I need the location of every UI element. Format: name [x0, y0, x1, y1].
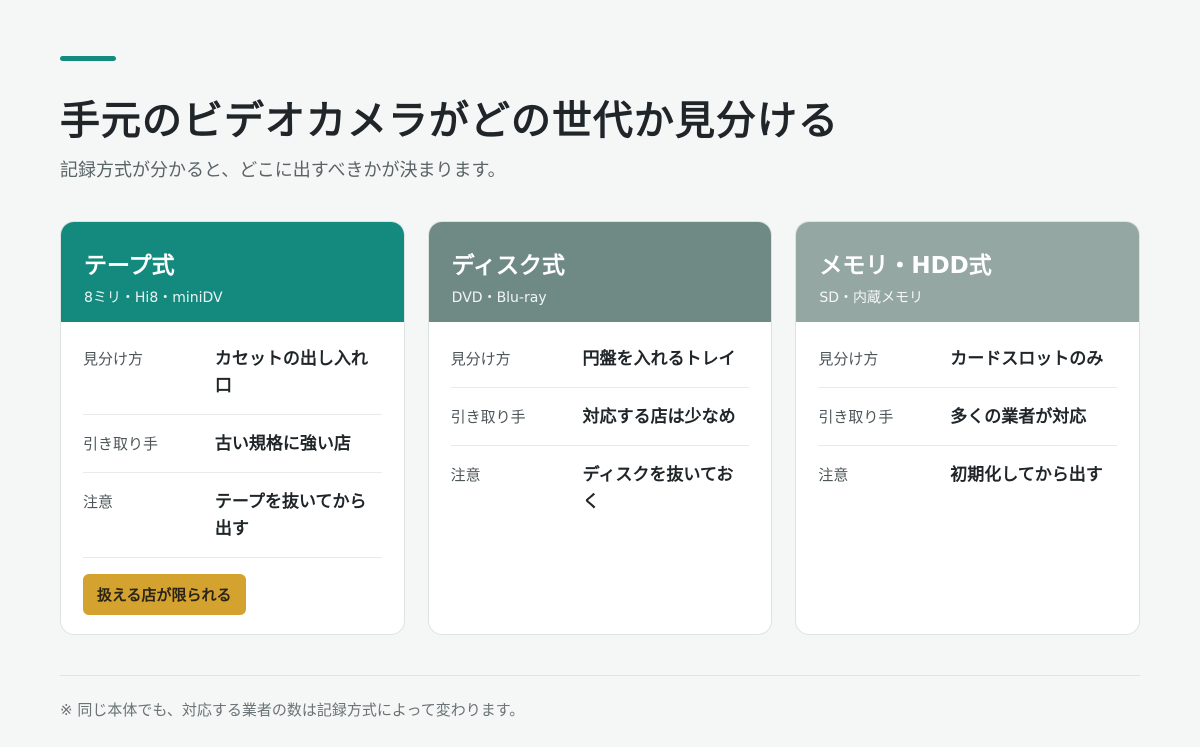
- card-body: 見分け方 円盤を入れるトレイ 引き取り手 対応する店は少なめ 注意 ディスクを抜…: [429, 322, 772, 530]
- card-header-memory: メモリ・HDD式 SD・内蔵メモリ: [796, 222, 1140, 322]
- row-buyer: 引き取り手 古い規格に強い店: [83, 415, 382, 473]
- card-subtitle: DVD・Blu-ray: [451, 290, 547, 306]
- row-value: 円盤を入れるトレイ: [582, 349, 736, 369]
- row-identify: 見分け方 カードスロットのみ: [818, 330, 1118, 388]
- card-tape: テープ式 8ミリ・Hi8・miniDV 見分け方 カセットの出し入れ口 引き取り…: [60, 221, 405, 635]
- card-body: 見分け方 カセットの出し入れ口 引き取り手 古い規格に強い店 注意 テープを抜い…: [61, 322, 404, 615]
- row-value: カードスロットのみ: [950, 349, 1104, 369]
- card-subtitle: 8ミリ・Hi8・miniDV: [84, 290, 223, 306]
- card-header-tape: テープ式 8ミリ・Hi8・miniDV: [61, 222, 404, 322]
- footer-divider: [60, 675, 1140, 676]
- accent-bar: [60, 56, 116, 61]
- card-subtitle: SD・内蔵メモリ: [819, 290, 924, 306]
- format-cards: テープ式 8ミリ・Hi8・miniDV 見分け方 カセットの出し入れ口 引き取り…: [60, 221, 1141, 635]
- row-label: 見分け方: [83, 350, 144, 368]
- row-value: 対応する店は少なめ: [582, 407, 736, 427]
- page-subtitle: 記録方式が分かると、どこに出すべきかが決まります。: [60, 160, 506, 181]
- card-memory: メモリ・HDD式 SD・内蔵メモリ 見分け方 カードスロットのみ 引き取り手 多…: [795, 221, 1141, 635]
- card-title: メモリ・HDD式: [819, 253, 992, 279]
- row-buyer: 引き取り手 多くの業者が対応: [818, 388, 1118, 446]
- row-value: ディスクを抜いておく: [582, 465, 734, 512]
- row-label: 引き取り手: [450, 408, 526, 426]
- row-value: 古い規格に強い店: [215, 434, 351, 454]
- row-label: 見分け方: [450, 350, 511, 368]
- row-caution: 注意 テープを抜いてから出す: [83, 473, 382, 558]
- page-title: 手元のビデオカメラがどの世代か見分ける: [60, 98, 839, 144]
- row-identify: 見分け方 カセットの出し入れ口: [83, 330, 382, 415]
- card-body: 見分け方 カードスロットのみ 引き取り手 多くの業者が対応 注意 初期化してから…: [796, 322, 1139, 503]
- card-title: テープ式: [84, 253, 175, 279]
- row-label: 注意: [83, 493, 114, 511]
- row-identify: 見分け方 円盤を入れるトレイ: [450, 330, 750, 388]
- card-title: ディスク式: [451, 253, 566, 279]
- row-caution: 注意 初期化してから出す: [818, 446, 1117, 503]
- row-label: 注意: [450, 466, 481, 484]
- card-disc: ディスク式 DVD・Blu-ray 見分け方 円盤を入れるトレイ 引き取り手 対…: [427, 221, 773, 635]
- row-value: 多くの業者が対応: [950, 407, 1087, 427]
- row-buyer: 引き取り手 対応する店は少なめ: [450, 388, 750, 446]
- row-label: 見分け方: [818, 350, 879, 368]
- row-label: 引き取り手: [83, 435, 159, 453]
- card-header-disc: ディスク式 DVD・Blu-ray: [428, 222, 772, 322]
- row-label: 引き取り手: [818, 408, 894, 426]
- row-value: テープを抜いてから出す: [215, 492, 367, 539]
- footnote: ※ 同じ本体でも、対応する業者の数は記録方式によって変わります。: [60, 701, 525, 719]
- row-value: 初期化してから出す: [950, 465, 1103, 485]
- row-label: 注意: [818, 466, 849, 484]
- row-value: カセットの出し入れ口: [215, 349, 368, 396]
- row-caution: 注意 ディスクを抜いておく: [451, 446, 750, 530]
- limited-shops-badge: 扱える店が限られる: [83, 574, 246, 615]
